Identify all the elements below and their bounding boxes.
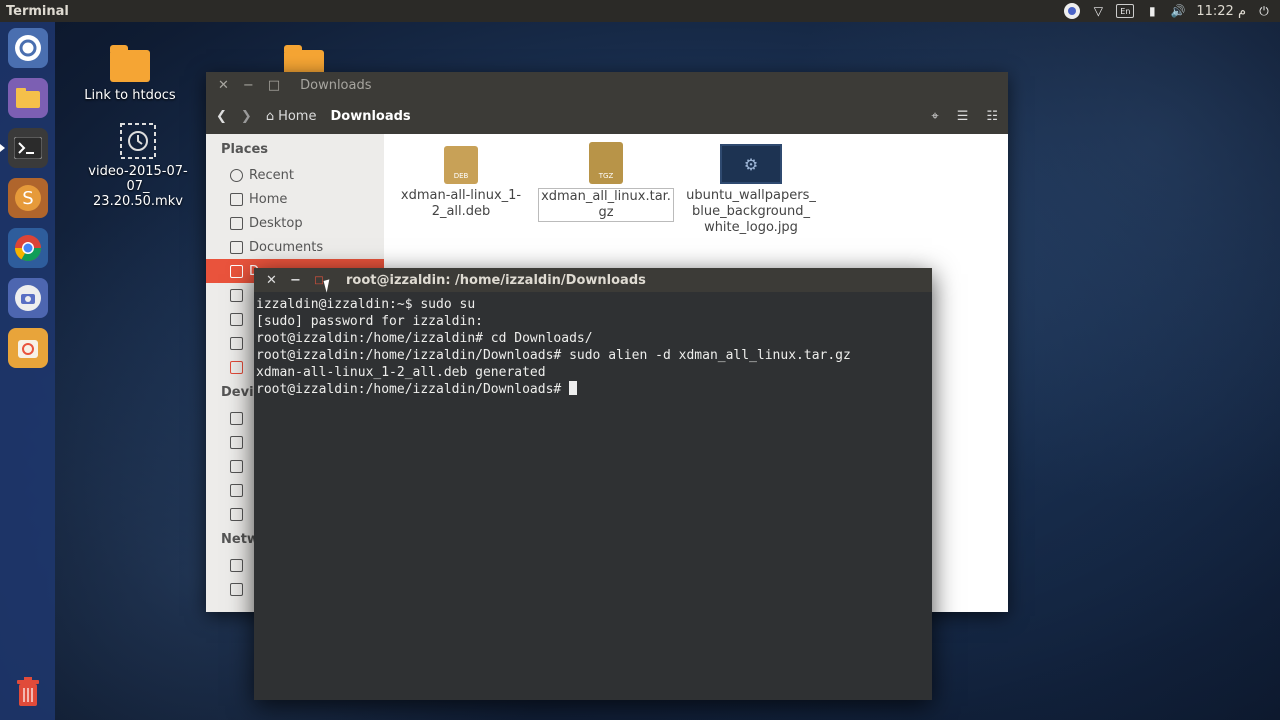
desktop-icon-video[interactable]: video-2015-07-07_ 23.20.50.mkv <box>78 122 198 209</box>
back-icon[interactable]: ❮ <box>216 109 227 124</box>
launcher: S <box>0 22 55 720</box>
terminal-titlebar: ✕ − □ root@izzaldin: /home/izzaldin/Down… <box>254 268 932 292</box>
trash-icon[interactable] <box>8 672 48 712</box>
software-center-icon[interactable] <box>7 328 48 368</box>
video-icon <box>230 336 243 350</box>
file-item-jpg[interactable]: ⚙ ubuntu_wallpapers_ blue_background_ wh… <box>686 144 816 236</box>
terminal-line: root@izzaldin:/home/izzaldin# cd Downloa… <box>256 331 593 346</box>
terminal-title: root@izzaldin: /home/izzaldin/Downloads <box>346 272 646 288</box>
music-icon <box>230 288 243 302</box>
top-panel: Terminal ▽ En ▮ 🔊 11:22 م ⏻ <box>0 0 1280 22</box>
breadcrumb-downloads[interactable]: Downloads <box>330 109 410 124</box>
text-cursor <box>569 381 578 395</box>
maximize-icon[interactable]: □ <box>268 78 280 93</box>
drive-icon <box>230 435 243 449</box>
keyboard-layout-icon[interactable]: En <box>1116 4 1135 18</box>
chrome-icon[interactable] <box>7 228 48 268</box>
ubuntu-dash-icon[interactable] <box>7 28 48 68</box>
minimize-icon[interactable]: − <box>243 78 254 93</box>
active-app-title: Terminal <box>6 3 69 19</box>
places-header: Places <box>221 142 269 157</box>
terminal-app-icon[interactable] <box>0 128 48 168</box>
drive-icon <box>230 411 243 425</box>
terminal-output[interactable]: izzaldin@izzaldin:~$ sudo su [sudo] passw… <box>254 292 932 402</box>
sidebar-item-desktop[interactable]: Desktop <box>206 211 384 235</box>
sidebar-item-home[interactable]: Home <box>206 187 384 211</box>
power-icon[interactable]: ⏻ <box>1256 3 1272 19</box>
location-icon[interactable]: ⌖ <box>931 109 938 124</box>
system-tray: ▽ En ▮ 🔊 11:22 م ⏻ <box>1064 3 1280 19</box>
drive-icon <box>230 483 243 497</box>
sidebar-item-documents[interactable]: Documents <box>206 235 384 259</box>
sidebar-item-recent[interactable]: Recent <box>206 163 384 187</box>
deb-package-icon: DEB <box>444 146 478 184</box>
clock[interactable]: 11:22 م <box>1196 4 1246 19</box>
fm-view-tools: ⌖ ☰ ☷ <box>931 109 998 124</box>
terminal-prompt-line[interactable]: root@izzaldin:/home/izzaldin/Downloads# <box>256 381 930 398</box>
drive-icon <box>230 507 243 521</box>
folder-icon <box>110 45 150 82</box>
wifi-icon[interactable]: ▽ <box>1090 3 1106 19</box>
terminal-line: root@izzaldin:/home/izzaldin/Downloads# … <box>256 348 851 363</box>
file-item-deb[interactable]: DEB xdman-all-linux_1- 2_all.deb <box>396 146 526 220</box>
fm-toolbar: ❮ ❯ ⌂ Home Downloads ⌖ ☰ ☷ <box>206 98 1008 134</box>
close-icon[interactable]: ✕ <box>266 273 277 288</box>
file-name: xdman-all-linux_1- 2_all.deb <box>400 188 522 219</box>
forward-icon[interactable]: ❯ <box>241 109 252 124</box>
file-name: xdman_all_linux.tar. gz <box>538 188 674 222</box>
grid-view-icon[interactable]: ☷ <box>986 109 998 124</box>
desktop-icon-label: Link to htdocs <box>84 88 176 103</box>
files-app-icon[interactable] <box>7 78 48 118</box>
close-icon[interactable]: ✕ <box>218 78 229 93</box>
image-thumbnail-icon: ⚙ <box>720 144 782 184</box>
terminal-line: xdman-all-linux_1-2_all.deb generated <box>256 365 546 380</box>
svg-text:S: S <box>22 188 33 209</box>
terminal-line: izzaldin@izzaldin:~$ sudo su <box>256 297 476 312</box>
desktop-icon <box>230 216 243 230</box>
file-item-targz[interactable]: TGZ xdman_all_linux.tar. gz <box>538 142 674 222</box>
chrome-indicator-icon[interactable] <box>1064 3 1081 19</box>
desktop-icon-htdocs-link[interactable]: Link to htdocs <box>80 45 180 103</box>
clock-icon <box>230 168 243 182</box>
fm-titlebar: ✕ − □ Downloads <box>206 72 1008 98</box>
terminal-line: [sudo] password for izzaldin: <box>256 314 483 329</box>
battery-icon[interactable]: ▮ <box>1144 3 1160 19</box>
breadcrumb-home[interactable]: Home <box>278 109 316 124</box>
video-file-icon <box>120 123 156 159</box>
download-icon <box>230 264 243 278</box>
sublime-text-icon[interactable]: S <box>7 178 48 218</box>
list-view-icon[interactable]: ☰ <box>957 109 969 124</box>
network-icon <box>230 558 243 572</box>
fm-window-title: Downloads <box>300 77 372 93</box>
minimize-icon[interactable]: − <box>290 273 301 288</box>
pictures-icon <box>230 312 243 326</box>
archive-icon: TGZ <box>589 142 623 184</box>
file-name: ubuntu_wallpapers_ blue_background_ whit… <box>686 188 816 235</box>
camera-app-icon[interactable] <box>7 278 48 318</box>
server-icon <box>230 582 243 596</box>
terminal-window[interactable]: ✕ − □ root@izzaldin: /home/izzaldin/Down… <box>254 268 932 700</box>
home-icon: ⌂ <box>265 108 275 124</box>
trash-icon <box>230 360 243 374</box>
volume-icon[interactable]: 🔊 <box>1170 3 1186 19</box>
desktop-icon-label: video-2015-07-07_ 23.20.50.mkv <box>88 164 188 209</box>
document-icon <box>230 240 243 254</box>
home-icon <box>230 192 243 206</box>
breadcrumb: ⌂ Home Downloads <box>266 109 411 124</box>
drive-icon <box>230 459 243 473</box>
